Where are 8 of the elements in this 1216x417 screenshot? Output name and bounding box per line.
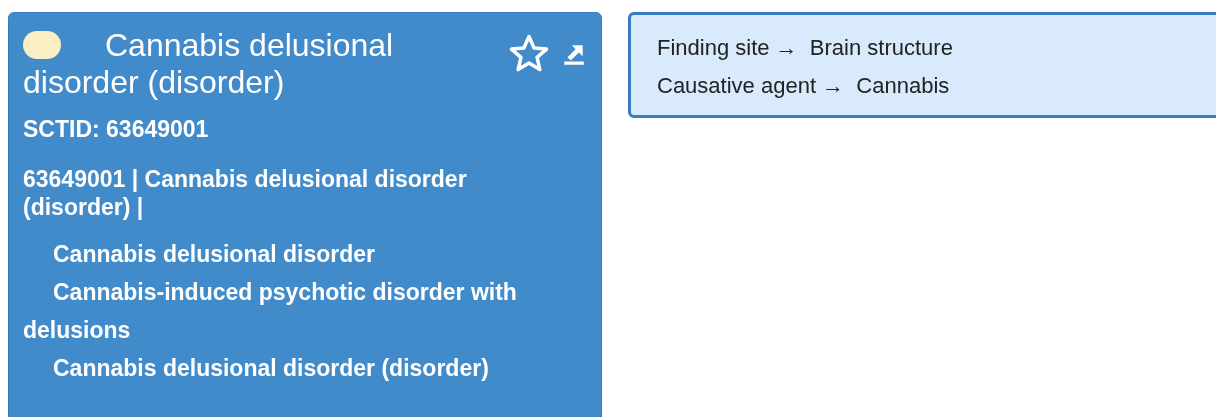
- description-text: Cannabis-induced psychotic disorder with delusions: [23, 278, 518, 345]
- concept-title: Cannabis delusional disorder (disorder): [23, 27, 395, 101]
- fully-specified-name: 63649001 | Cannabis delusional disorder (disorder) |: [23, 165, 468, 221]
- description-text: Cannabis delusional disorder (disorder): [52, 354, 490, 383]
- description-text: Cannabis delusional disorder: [52, 240, 377, 269]
- attribute-line: Finding site → Brain structure: [657, 34, 954, 62]
- attribute-line: Causative agent → Cannabis: [657, 72, 951, 100]
- sctid-text: SCTID: 63649001: [23, 115, 210, 143]
